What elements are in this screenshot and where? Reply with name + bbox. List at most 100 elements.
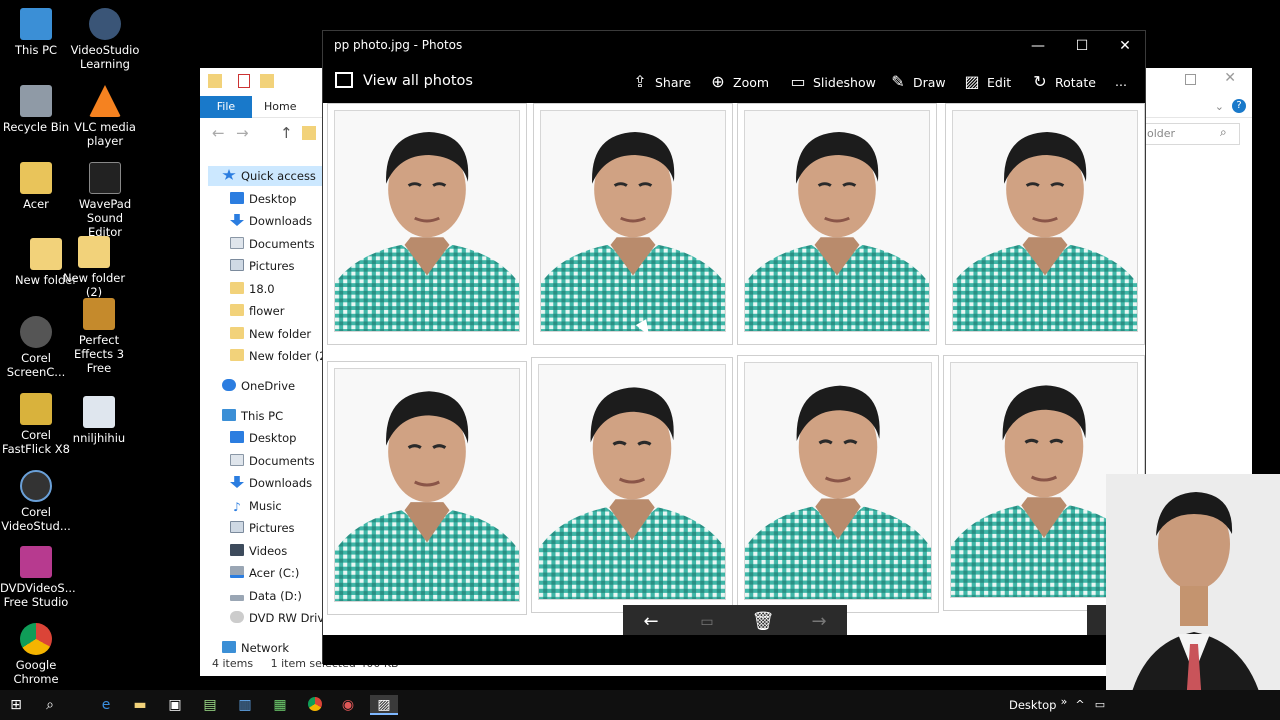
sidebar-item-onedrive[interactable]: OneDrive [222,376,295,396]
corel-screencap-desktop-icon[interactable]: Corel ScreenC... [0,316,72,379]
up-arrow-icon[interactable]: ↑ [280,124,293,142]
zoom-button[interactable]: ⊕ Zoom [709,71,769,93]
desktop-icon [230,431,244,443]
vlc-desktop-icon[interactable]: VLC media player [69,85,141,148]
windows-start-icon[interactable]: ⊞ [6,695,26,715]
computer-icon [222,409,236,421]
sidebar-item-pc-downloads[interactable]: Downloads [230,473,312,493]
folder-icon [208,74,222,88]
edit-button[interactable]: ▨ Edit [963,71,1011,93]
chevron-up-icon[interactable]: ^ [1070,695,1090,715]
sidebar-item-network[interactable]: Network [222,638,289,658]
desktop-icon [230,192,244,204]
portrait-file-desktop-icon[interactable]: nniljhihiu [63,396,135,445]
close-icon[interactable]: ✕ [1224,70,1236,86]
sidebar-item-label: New folder (2) [249,349,332,363]
previous-arrow-icon[interactable]: ← [639,611,663,633]
help-icon[interactable]: ? [1232,99,1246,113]
new-folder-2-desktop-icon[interactable]: New folder (2) [58,236,130,299]
draw-button[interactable]: ✎ Draw [889,71,945,93]
desktop-toolbar-label[interactable]: Desktop [1009,698,1056,712]
app-icon[interactable]: ▥ [235,695,255,715]
comment-icon[interactable]: ▭ [695,611,719,633]
recycle-bin-desktop-icon[interactable]: Recycle Bin [0,85,72,134]
photo-canvas [323,103,1145,635]
sidebar-item-new-folder[interactable]: New folder [230,324,311,344]
chrome-icon [20,623,52,655]
sidebar-item-documents[interactable]: Documents [230,234,315,254]
sidebar-item-dvd-drive[interactable]: DVD RW Drive [230,608,331,628]
sidebar-item-data-d[interactable]: Data (D:) [230,586,302,606]
wavepad-desktop-icon[interactable]: WavePad Sound Editor [69,162,141,239]
trash-icon[interactable]: 🗑 [751,611,775,633]
perfect-effects-desktop-icon[interactable]: Perfect Effects 3 Free [63,298,135,375]
next-arrow-icon[interactable]: → [807,611,831,633]
recycle-bin-icon [20,85,52,117]
maximize-button[interactable]: ☐ [1060,35,1104,57]
videostudio-icon [89,8,121,40]
sidebar-item-label: Desktop [249,192,297,206]
edge-browser-icon[interactable]: e [96,695,116,715]
sidebar-item-pc-documents[interactable]: Documents [230,451,315,471]
sidebar-item-flower[interactable]: flower [230,301,285,321]
minimize-button[interactable]: — [1016,35,1060,57]
sidebar-item-pictures[interactable]: Pictures [230,256,295,276]
sidebar-item-downloads[interactable]: Downloads [230,211,312,231]
tab-file[interactable]: File [200,96,252,118]
back-arrow-icon[interactable]: ← [212,124,225,142]
forward-arrow-icon[interactable]: → [236,124,249,142]
search-icon[interactable]: ⌕ [1220,125,1227,140]
document-icon [230,454,244,466]
portrait-drawing [539,365,725,599]
photos-taskbar-icon[interactable]: ▨ [370,695,398,715]
portrait-image [334,110,520,332]
chevron-down-icon[interactable]: ⌄ [1215,100,1224,113]
properties-icon[interactable] [238,74,250,88]
sidebar-item-label: Music [249,499,282,513]
sidebar-item-acer-c[interactable]: Acer (C:) [230,563,299,583]
app-icon[interactable]: ▤ [200,695,220,715]
sidebar-item-label: Documents [249,237,315,251]
maximize-icon[interactable] [1185,74,1196,85]
sidebar-item-18-0[interactable]: 18.0 [230,279,275,299]
recorder-icon[interactable]: ◉ [338,695,358,715]
corel-fastflick-desktop-icon[interactable]: Corel FastFlick X8 [0,393,72,456]
acer-desktop-icon[interactable]: Acer [0,162,72,211]
network-tray-icon[interactable]: ▭ [1090,695,1110,715]
search-icon[interactable]: ⌕ [40,695,60,715]
spreadsheet-icon[interactable]: ▦ [270,695,290,715]
share-button[interactable]: ⇪ Share [631,71,691,93]
videostudio-learning-desktop-icon[interactable]: VideoStudio Learning [69,8,141,71]
this-pc-desktop-icon[interactable]: This PC [0,8,72,57]
tab-home[interactable]: Home [264,96,296,118]
portrait-drawing [335,369,519,601]
sidebar-item-label: 18.0 [249,282,275,296]
rotate-button[interactable]: ↻ Rotate [1031,71,1096,93]
store-icon[interactable]: ▣ [165,695,185,715]
sidebar-item-pc-pictures[interactable]: Pictures [230,518,295,538]
corel-videostudio-desktop-icon[interactable]: Corel VideoStud... [0,470,72,533]
sidebar-item-desktop[interactable]: Desktop [230,189,296,209]
sidebar-item-label: Videos [249,544,288,558]
view-all-label: View all photos [363,73,473,89]
drive-icon [230,595,244,601]
dvdvideosoft-desktop-icon[interactable]: DVDVideoS... Free Studio [0,546,76,609]
chrome-icon[interactable] [305,695,325,715]
new-folder-icon[interactable] [260,74,274,88]
sidebar-item-pc-desktop[interactable]: Desktop [230,428,296,448]
rotate-label: Rotate [1055,75,1096,90]
more-options-button[interactable]: ... [1115,71,1127,93]
photos-bottom-strip [323,635,1145,665]
slideshow-button[interactable]: ▭ Slideshow [789,71,875,93]
passport-photo [327,103,527,345]
sidebar-item-this-pc[interactable]: This PC [222,406,283,426]
close-button[interactable]: ✕ [1103,35,1147,57]
sidebar-item-new-folder-2[interactable]: New folder (2) [230,346,331,366]
google-chrome-desktop-icon[interactable]: Google Chrome [0,623,72,686]
view-all-photos-button[interactable]: View all photos [335,72,473,89]
sidebar-item-music[interactable]: ♪ Music [230,496,282,516]
sidebar-item-quick-access[interactable]: Quick access [208,166,324,186]
sidebar-item-videos[interactable]: Videos [230,541,287,561]
portrait-image [744,110,930,332]
file-explorer-icon[interactable]: ▬ [130,695,150,715]
